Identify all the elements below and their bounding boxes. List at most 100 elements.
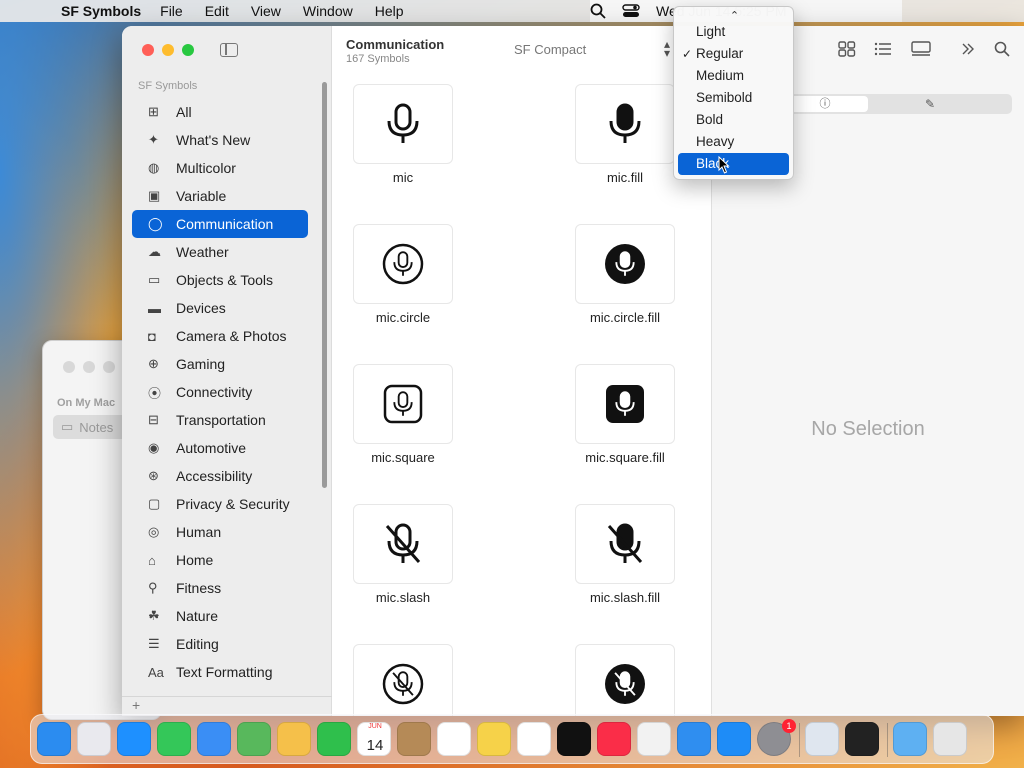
menu-help[interactable]: Help [364,3,415,19]
mail-icon[interactable] [197,722,231,756]
reminders-icon[interactable] [437,722,471,756]
minimize-button[interactable] [162,44,174,56]
sidebar-item-text-formatting[interactable]: Aa Text Formatting [132,658,308,686]
chevron-double-right-icon[interactable] [960,41,976,57]
menu-window[interactable]: Window [292,3,364,19]
sidebar-item-what-s-new[interactable]: ✦ What's New [132,126,308,154]
messages-icon[interactable] [157,722,191,756]
tv-icon[interactable] [557,722,591,756]
zoom-button[interactable] [182,44,194,56]
facetime-icon[interactable] [317,722,351,756]
grid-view-icon[interactable] [838,41,856,57]
keynote-icon[interactable] [677,722,711,756]
symbol-tile[interactable] [353,364,453,444]
sidebar-item-communication[interactable]: ◯ Communication [132,210,308,238]
tools-tab[interactable]: ✎ [910,96,950,112]
system-settings-icon[interactable]: 1 [757,719,796,756]
menu-edit[interactable]: Edit [194,3,240,19]
symbol-tile[interactable] [353,504,453,584]
sf-symbols-icon[interactable] [845,722,879,756]
freeform-icon[interactable] [517,722,551,756]
list-view-icon[interactable] [874,41,892,57]
weight-option-medium[interactable]: Medium [678,65,789,87]
control-center-icon[interactable] [622,4,640,18]
symbol-cell[interactable]: mic.square.fill [565,364,725,494]
symbol-cell[interactable]: mic.circle.fill [565,224,725,354]
sidebar-item-connectivity[interactable]: ⦿ Connectivity [132,378,308,406]
preview-icon[interactable] [805,722,839,756]
paintbrush-icon: ✎ [924,97,936,111]
symbol-cell[interactable] [343,644,503,716]
sidebar-item-devices[interactable]: ▬ Devices [132,294,308,322]
sidebar-item-editing[interactable]: ☰ Editing [132,630,308,658]
symbol-tile[interactable] [353,224,453,304]
symbol-cell[interactable]: mic.circle [343,224,503,354]
info-tab[interactable]: ⓘ [782,96,868,112]
sidebar-item-fitness[interactable]: ⚲ Fitness [132,574,308,602]
symbol-cell[interactable] [565,644,725,716]
toolbar [838,41,1010,57]
weight-option-regular[interactable]: ✓ Regular [678,43,789,65]
weight-option-heavy[interactable]: Heavy [678,131,789,153]
search-icon[interactable] [994,41,1010,57]
sidebar-item-gaming[interactable]: ⊕ Gaming [132,350,308,378]
symbol-cell[interactable]: mic.slash.fill [565,504,725,634]
sidebar-item-variable[interactable]: ▣ Variable [132,182,308,210]
sidebar-scrollbar[interactable] [322,82,327,488]
sidebar-item-transportation[interactable]: ⊟ Transportation [132,406,308,434]
notes-icon[interactable] [477,722,511,756]
maps-icon[interactable] [237,722,271,756]
menu-view[interactable]: View [240,3,292,19]
sidebar-item-weather[interactable]: ☁ Weather [132,238,308,266]
news-icon[interactable] [637,722,671,756]
weight-option-bold[interactable]: Bold [678,109,789,131]
symbol-cell[interactable]: mic.slash [343,504,503,634]
symbol-tile[interactable] [575,504,675,584]
sidebar-item-privacy-security[interactable]: ▢ Privacy & Security [132,490,308,518]
launchpad-icon[interactable] [77,722,111,756]
safari-icon[interactable] [117,722,151,756]
add-collection-icon[interactable]: + [132,697,140,713]
menu-file[interactable]: File [149,3,194,19]
sidebar-item-all[interactable]: ⊞ All [132,98,308,126]
calendar-icon[interactable]: JUN 14 [357,722,391,756]
trash-icon[interactable] [933,722,967,756]
symbol-tile[interactable] [575,364,675,444]
photos-icon[interactable] [277,722,311,756]
symbol-cell[interactable]: mic.square [343,364,503,494]
symbol-cell[interactable]: mic [343,84,503,214]
app-store-icon[interactable] [717,722,751,756]
symbol-tile[interactable] [575,84,675,164]
sidebar-item-camera-photos[interactable]: ◘ Camera & Photos [132,322,308,350]
close-button[interactable] [142,44,154,56]
leaf-icon: ☘ [148,608,160,623]
symbol-tile[interactable] [353,644,453,716]
sidebar-item-accessibility[interactable]: ⊛ Accessibility [132,462,308,490]
sidebar-item-human[interactable]: ◎ Human [132,518,308,546]
weight-option-light[interactable]: Light [678,21,789,43]
accessibility-icon: ⊛ [148,468,159,483]
font-selector[interactable]: SF Compact ▴ ▾ [514,38,670,59]
gamecontroller-icon: ⊕ [148,356,159,371]
gallery-view-icon[interactable] [910,41,932,57]
symbol-tile[interactable] [575,644,675,716]
finder-icon[interactable] [37,722,71,756]
sidebar-item-nature[interactable]: ☘ Nature [132,602,308,630]
symbol-tile[interactable] [575,224,675,304]
dock: JUN 14 1 [30,714,994,764]
music-icon[interactable] [597,722,631,756]
symbol-tile[interactable] [353,84,453,164]
app-menu[interactable]: SF Symbols [50,3,149,19]
checkmark-icon: ✓ [682,47,693,61]
spotlight-search-icon[interactable] [590,3,606,19]
downloads-folder-icon[interactable] [893,722,927,756]
contacts-icon[interactable] [397,722,431,756]
sidebar-item-automotive[interactable]: ◉ Automotive [132,434,308,462]
sidebar-item-multicolor[interactable]: ◍ Multicolor [132,154,308,182]
sidebar-item-objects-tools[interactable]: ▭ Objects & Tools [132,266,308,294]
steering-wheel-icon: ◉ [148,440,160,455]
weight-option-semibold[interactable]: Semibold [678,87,789,109]
sidebar-item-home[interactable]: ⌂ Home [132,546,308,574]
weight-option-black[interactable]: Black [678,153,789,175]
sidebar-toggle-icon[interactable] [220,43,238,57]
